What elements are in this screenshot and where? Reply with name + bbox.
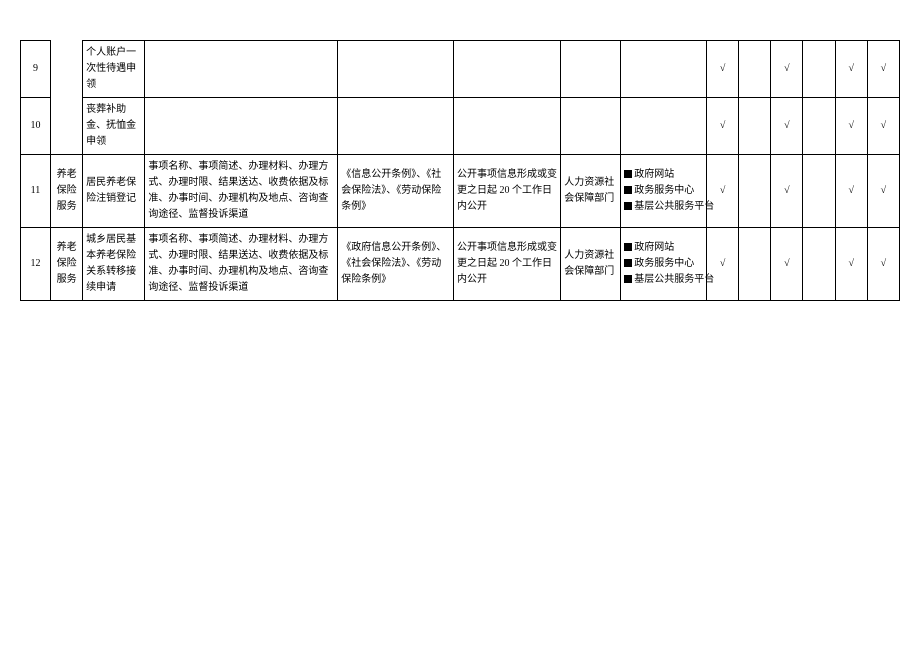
check-cell: √ [706, 41, 738, 98]
check-cell: √ [867, 228, 899, 301]
channel-cell: 政府网站 政务服务中心 基层公共服务平台 [621, 228, 707, 301]
row-number: 12 [21, 228, 51, 301]
check-cell: √ [706, 98, 738, 155]
table-row: 12 养老保险服务 城乡居民基本养老保险关系转移接续申请 事项名称、事项简述、办… [21, 228, 900, 301]
table-row: 10 丧葬补助金、抚恤金申领 √ √ √ √ [21, 98, 900, 155]
basis-cell: 《政府信息公开条例》、《社会保险法》、《劳动保险条例》 [338, 228, 454, 301]
filled-checkbox-icon [624, 243, 632, 251]
check-cell: √ [706, 155, 738, 228]
channel-label: 基层公共服务平台 [634, 274, 714, 285]
check-cell [739, 41, 771, 98]
category-cell [51, 41, 83, 155]
channel-label: 政务服务中心 [634, 258, 694, 269]
subject-cell [561, 41, 621, 98]
filled-checkbox-icon [624, 259, 632, 267]
category-cell: 养老保险服务 [51, 155, 83, 228]
content-cell: 事项名称、事项简述、办理材料、办理方式、办理时限、结果送达、收费依据及标准、办事… [145, 228, 338, 301]
check-cell [739, 155, 771, 228]
item-name: 个人账户一次性待遇申领 [83, 41, 145, 98]
filled-checkbox-icon [624, 186, 632, 194]
check-cell [803, 155, 835, 228]
check-cell: √ [835, 155, 867, 228]
check-cell: √ [706, 228, 738, 301]
filled-checkbox-icon [624, 275, 632, 283]
row-number: 10 [21, 98, 51, 155]
row-number: 11 [21, 155, 51, 228]
check-cell [803, 41, 835, 98]
disclosure-table: 9 个人账户一次性待遇申领 √ √ √ √ 10 丧葬补助金、抚恤金申领 √ √… [20, 40, 900, 301]
timing-cell: 公开事项信息形成或变更之日起 20 个工作日内公开 [454, 155, 561, 228]
check-cell: √ [867, 98, 899, 155]
check-cell: √ [835, 98, 867, 155]
channel-cell: 政府网站 政务服务中心 基层公共服务平台 [621, 155, 707, 228]
channel-label: 政府网站 [634, 242, 674, 253]
row-number: 9 [21, 41, 51, 98]
check-cell [739, 228, 771, 301]
table-row: 9 个人账户一次性待遇申领 √ √ √ √ [21, 41, 900, 98]
check-cell [739, 98, 771, 155]
category-cell: 养老保险服务 [51, 228, 83, 301]
check-cell: √ [771, 41, 803, 98]
subject-cell: 人力资源社会保障部门 [561, 228, 621, 301]
content-cell: 事项名称、事项简述、办理材料、办理方式、办理时限、结果送达、收费依据及标准、办事… [145, 155, 338, 228]
basis-cell [338, 41, 454, 98]
channel-cell [621, 98, 707, 155]
check-cell [803, 98, 835, 155]
timing-cell [454, 98, 561, 155]
channel-cell [621, 41, 707, 98]
check-cell: √ [867, 155, 899, 228]
filled-checkbox-icon [624, 170, 632, 178]
item-name: 居民养老保险注销登记 [83, 155, 145, 228]
check-cell: √ [835, 228, 867, 301]
check-cell: √ [835, 41, 867, 98]
basis-cell [338, 98, 454, 155]
filled-checkbox-icon [624, 202, 632, 210]
check-cell: √ [771, 98, 803, 155]
timing-cell [454, 41, 561, 98]
check-cell: √ [771, 155, 803, 228]
table-row: 11 养老保险服务 居民养老保险注销登记 事项名称、事项简述、办理材料、办理方式… [21, 155, 900, 228]
channel-label: 基层公共服务平台 [634, 201, 714, 212]
timing-cell: 公开事项信息形成或变更之日起 20 个工作日内公开 [454, 228, 561, 301]
item-name: 城乡居民基本养老保险关系转移接续申请 [83, 228, 145, 301]
channel-label: 政务服务中心 [634, 185, 694, 196]
check-cell: √ [771, 228, 803, 301]
subject-cell: 人力资源社会保障部门 [561, 155, 621, 228]
content-cell [145, 98, 338, 155]
subject-cell [561, 98, 621, 155]
basis-cell: 《信息公开条例》、《社会保险法》、《劳动保险条例》 [338, 155, 454, 228]
channel-label: 政府网站 [634, 169, 674, 180]
content-cell [145, 41, 338, 98]
item-name: 丧葬补助金、抚恤金申领 [83, 98, 145, 155]
check-cell [803, 228, 835, 301]
check-cell: √ [867, 41, 899, 98]
